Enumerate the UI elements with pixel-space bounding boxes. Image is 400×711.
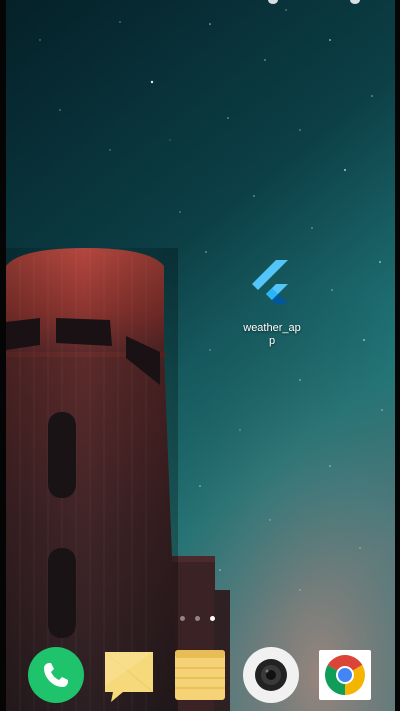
page-indicator [180, 616, 215, 621]
chrome-icon[interactable] [317, 646, 375, 704]
dock [0, 646, 400, 706]
page-dot-active [210, 616, 215, 621]
camera-icon[interactable] [242, 646, 300, 704]
home-screen: weather_ap p [0, 0, 400, 711]
screen-bezel-left [0, 0, 6, 711]
messages-icon[interactable] [101, 646, 159, 704]
page-dot [180, 616, 185, 621]
screen-bezel-right [395, 0, 400, 711]
phone-icon[interactable] [27, 646, 85, 704]
page-dot [195, 616, 200, 621]
app-label: weather_ap p [243, 322, 301, 347]
notes-icon[interactable] [173, 646, 231, 704]
flutter-icon [252, 260, 288, 304]
app-icon-weather-app[interactable]: weather_ap p [232, 258, 312, 358]
wallpaper [0, 0, 400, 711]
